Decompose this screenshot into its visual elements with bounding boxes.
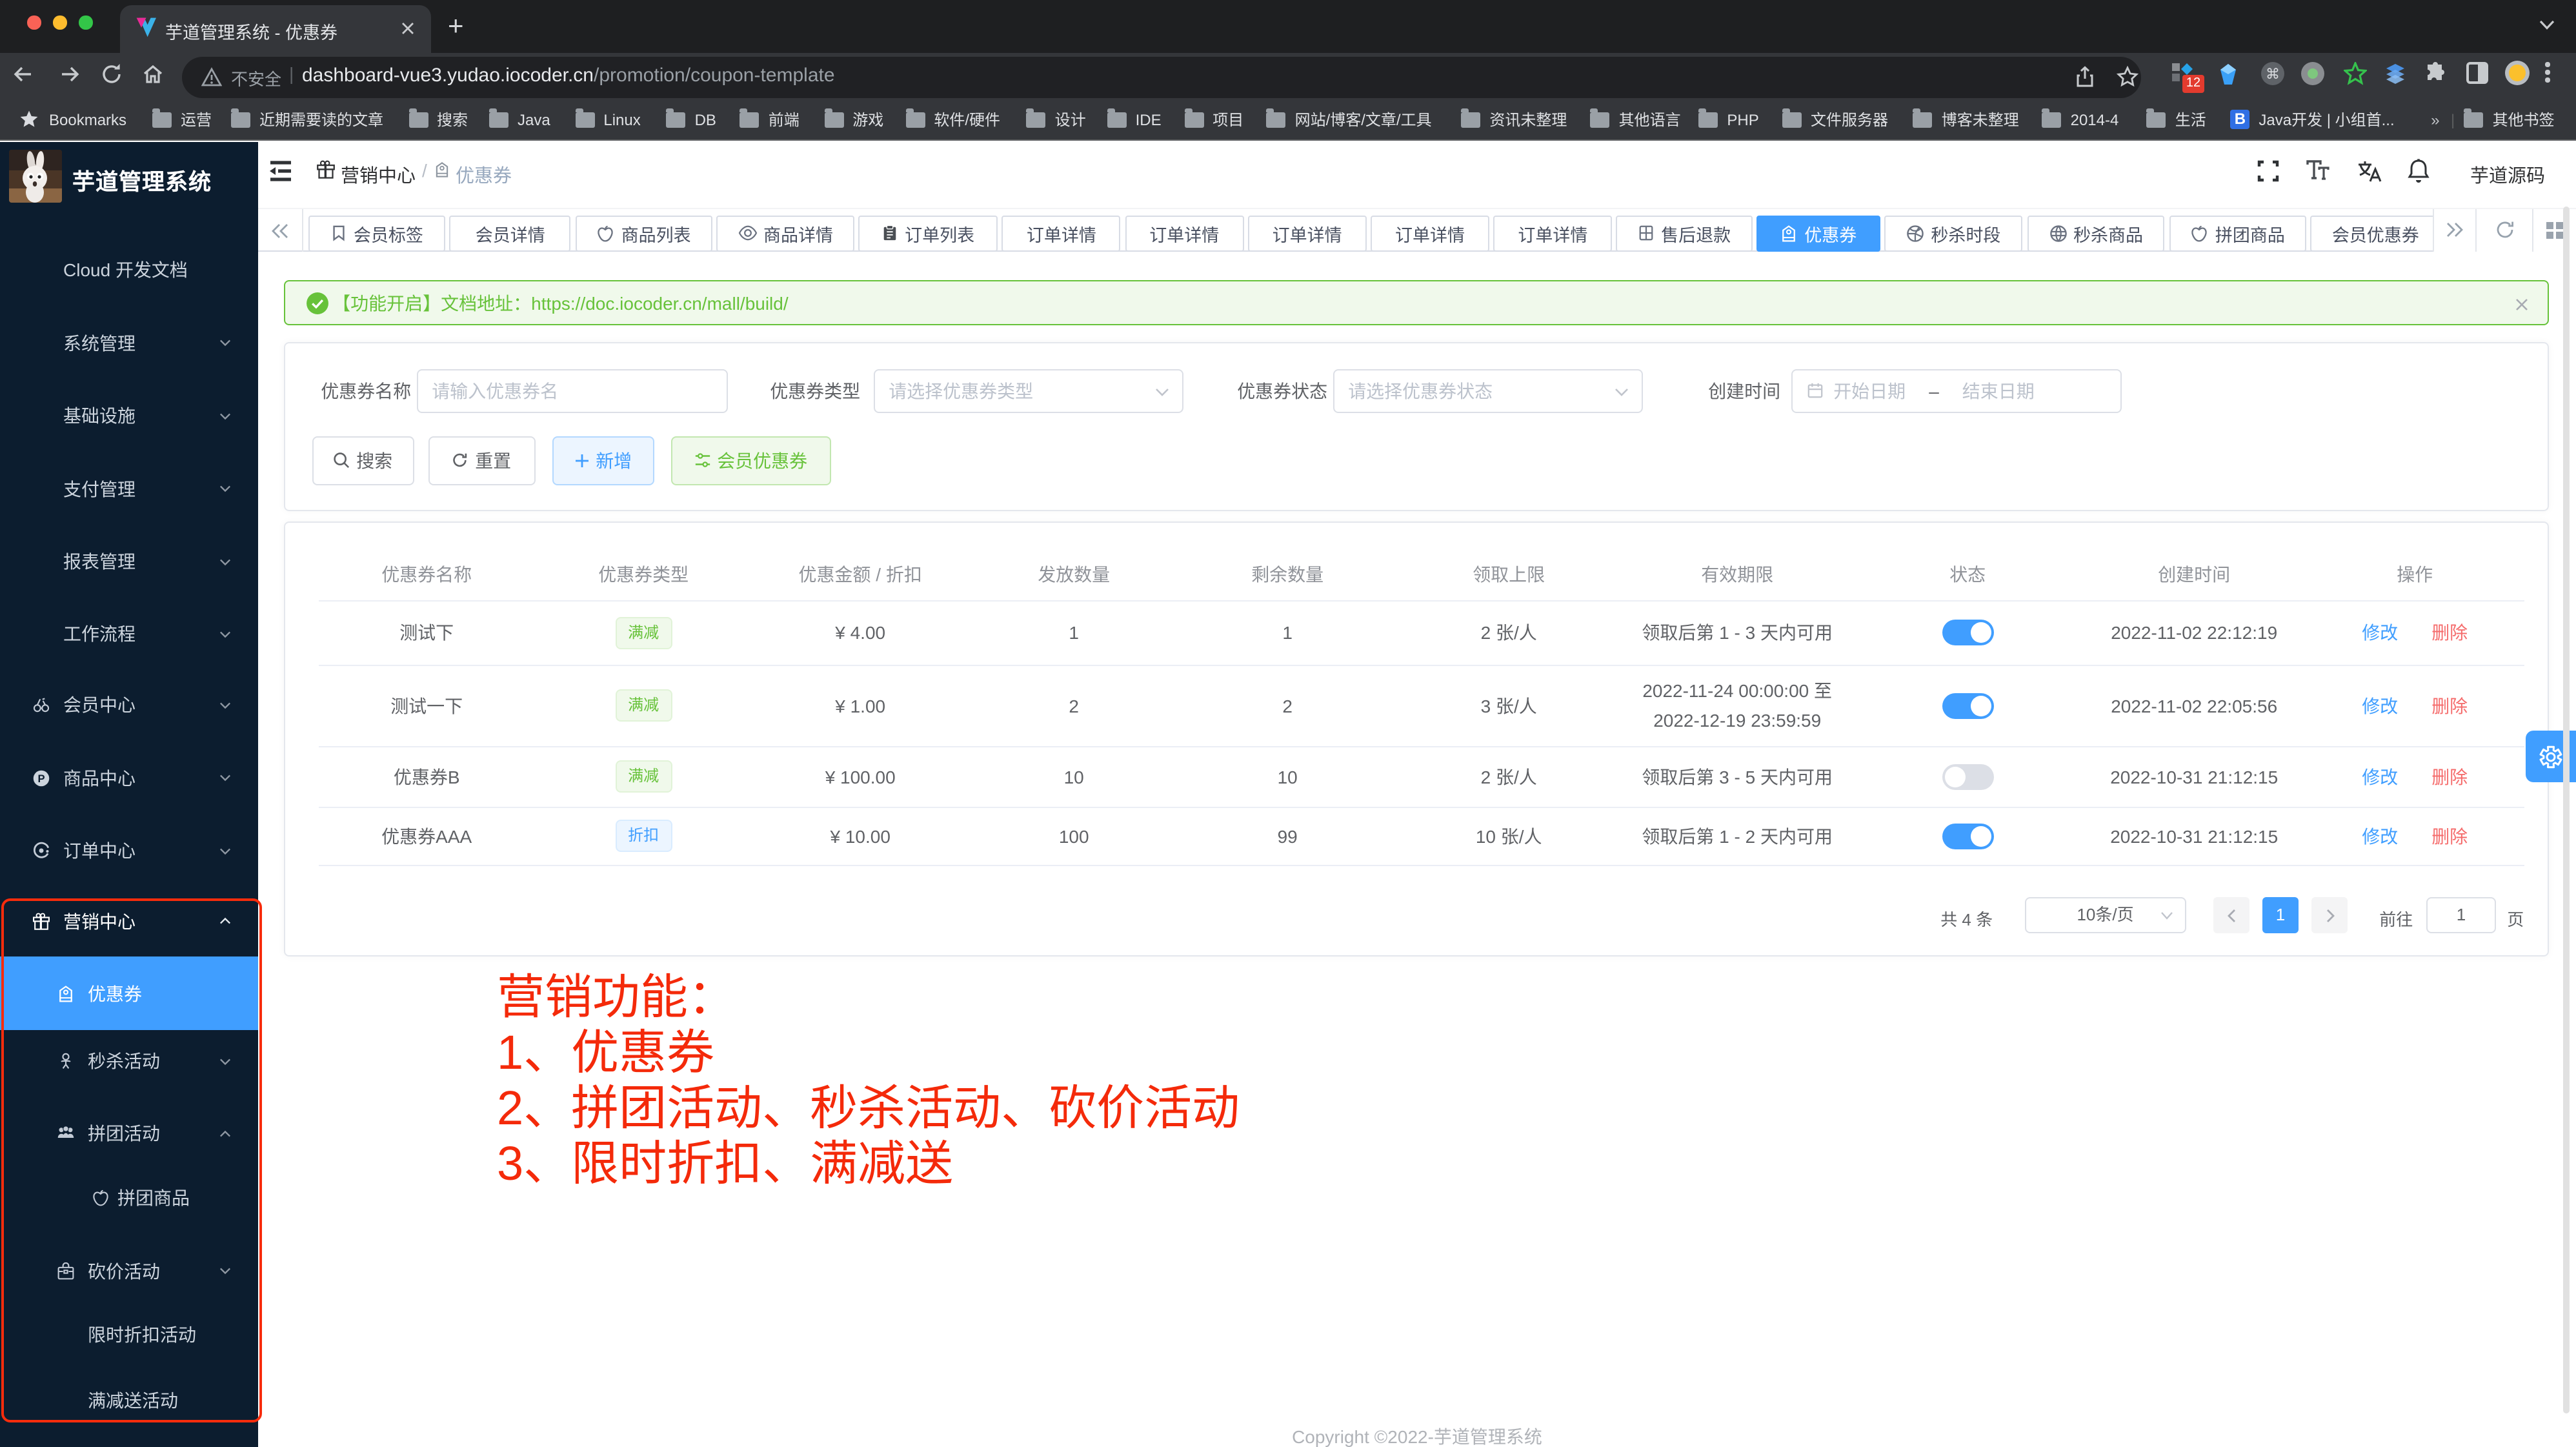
svg-text:⌘: ⌘ — [2266, 66, 2280, 82]
svg-text:P: P — [37, 772, 45, 784]
